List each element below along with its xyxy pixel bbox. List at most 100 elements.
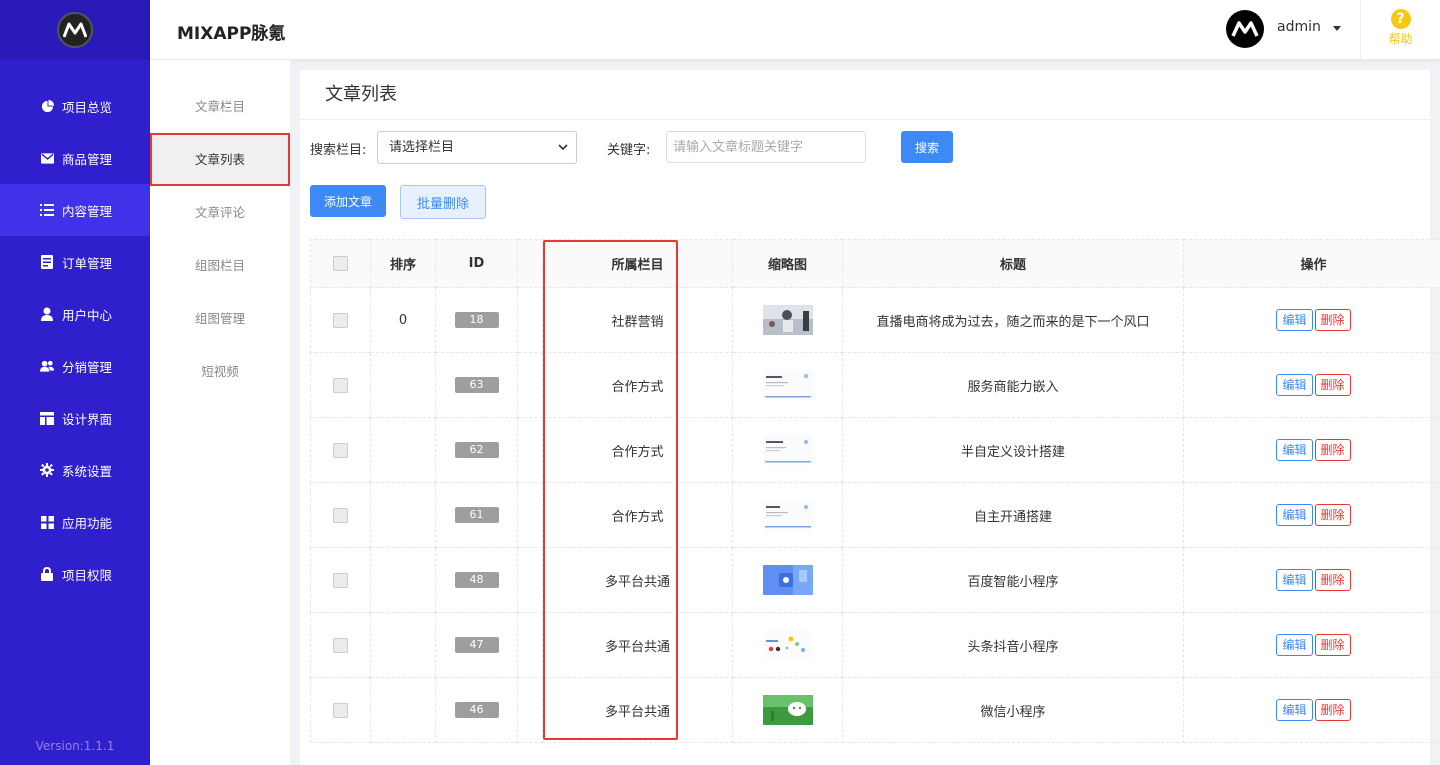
caret-down-icon[interactable]	[1333, 26, 1341, 31]
thumbnail-image[interactable]	[762, 565, 813, 595]
thumbnail-cell	[732, 677, 843, 743]
submenu-item-gallery-category[interactable]: 组图栏目	[150, 239, 290, 292]
spacer-header	[517, 239, 543, 288]
search-button[interactable]: 搜索	[901, 131, 953, 163]
sidebar-item-content[interactable]: 内容管理	[0, 184, 150, 236]
operations-header: 操作	[1183, 239, 1440, 288]
delete-button[interactable]: 删除	[1314, 569, 1351, 591]
category-cell: 多平台共通	[542, 547, 733, 613]
select-all-cell	[310, 239, 371, 288]
delete-button[interactable]: 删除	[1314, 309, 1351, 331]
delete-button[interactable]: 删除	[1314, 634, 1351, 656]
edit-button[interactable]: 编辑	[1276, 699, 1313, 721]
row-checkbox[interactable]	[333, 572, 348, 588]
id-cell: 63	[435, 352, 518, 418]
submenu-item-article-category[interactable]: 文章栏目	[150, 80, 290, 133]
thumbnail-image[interactable]	[762, 305, 813, 335]
row-checkbox[interactable]	[333, 637, 348, 653]
logo-area	[0, 0, 150, 60]
table-row: 62 合作方式 半自定义设计搭建 编辑 删除	[310, 417, 1440, 483]
user-avatar[interactable]	[1226, 10, 1264, 48]
sidebar-item-label: 用户中心	[62, 307, 113, 323]
category-cell: 合作方式	[542, 482, 733, 548]
row-select-cell	[310, 352, 371, 418]
help-button[interactable]: ? 帮助	[1360, 0, 1440, 60]
list-icon	[40, 203, 54, 217]
edit-button[interactable]: 编辑	[1276, 439, 1313, 461]
sidebar-item-label: 系统设置	[62, 463, 113, 479]
sort-cell	[370, 547, 436, 613]
delete-button[interactable]: 删除	[1314, 699, 1351, 721]
edit-button[interactable]: 编辑	[1276, 634, 1313, 656]
thumbnail-image[interactable]	[762, 435, 813, 465]
grid-icon	[40, 515, 54, 529]
add-article-button[interactable]: 添加文章	[310, 185, 386, 217]
sidebar-item-distribution[interactable]: 分销管理	[0, 340, 150, 392]
id-badge: 46	[454, 702, 499, 718]
table-row: 0 18 社群营销 直播电商将成为过去，随之而来的是下一个风口 编辑 删除	[310, 287, 1440, 353]
sidebar-item-label: 内容管理	[62, 203, 113, 219]
thumbnail-image[interactable]	[762, 370, 813, 400]
app-logo[interactable]	[57, 12, 93, 48]
sort-cell: 0	[370, 287, 436, 353]
edit-button[interactable]: 编辑	[1276, 309, 1313, 331]
submenu-item-gallery-manage[interactable]: 组图管理	[150, 292, 290, 345]
sidebar-item-settings[interactable]: 系统设置	[0, 444, 150, 496]
delete-button[interactable]: 删除	[1314, 504, 1351, 526]
sidebar-item-orders[interactable]: 订单管理	[0, 236, 150, 288]
spacer-cell	[517, 547, 543, 613]
users-icon	[40, 359, 54, 373]
submenu-item-article-list[interactable]: 文章列表	[150, 133, 290, 186]
sidebar-item-apps[interactable]: 应用功能	[0, 496, 150, 548]
delete-button[interactable]: 删除	[1314, 374, 1351, 396]
sidebar-item-products[interactable]: 商品管理	[0, 132, 150, 184]
sidebar-item-label: 商品管理	[62, 151, 113, 167]
edit-button[interactable]: 编辑	[1276, 504, 1313, 526]
thumbnail-image[interactable]	[762, 630, 813, 660]
category-select-value: 请选择栏目	[389, 140, 455, 155]
category-select[interactable]: 请选择栏目	[377, 131, 577, 164]
title-cell: 半自定义设计搭建	[842, 417, 1184, 483]
category-cell: 多平台共通	[542, 612, 733, 678]
user-icon	[40, 307, 54, 321]
sort-cell	[370, 417, 436, 483]
title-cell: 直播电商将成为过去，随之而来的是下一个风口	[842, 287, 1184, 353]
sort-header[interactable]: 排序	[370, 239, 436, 288]
submenu-item-article-comments[interactable]: 文章评论	[150, 186, 290, 239]
row-checkbox[interactable]	[333, 312, 348, 328]
table-header-row: 排序 ID 所属栏目 缩略图 标题 操作	[310, 239, 1440, 288]
thumbnail-cell	[732, 287, 843, 353]
top-header: MIXAPP脉氪 admin ? 帮助	[150, 0, 1440, 60]
edit-button[interactable]: 编辑	[1276, 569, 1313, 591]
title-cell: 自主开通搭建	[842, 482, 1184, 548]
sidebar-item-permissions[interactable]: 项目权限	[0, 548, 150, 600]
spacer-cell	[517, 287, 543, 353]
id-cell: 46	[435, 677, 518, 743]
keyword-input[interactable]	[666, 131, 866, 163]
envelope-icon	[40, 151, 54, 165]
row-select-cell	[310, 612, 371, 678]
edit-button[interactable]: 编辑	[1276, 374, 1313, 396]
username-label[interactable]: admin	[1277, 19, 1321, 35]
row-checkbox[interactable]	[333, 702, 348, 718]
category-cell: 社群营销	[542, 287, 733, 353]
row-checkbox[interactable]	[333, 377, 348, 393]
table-row: 47 多平台共通 头条抖音小程序 编辑 删除	[310, 612, 1440, 678]
sidebar-item-design[interactable]: 设计界面	[0, 392, 150, 444]
delete-button[interactable]: 删除	[1314, 439, 1351, 461]
submenu-item-short-video[interactable]: 短视频	[150, 345, 290, 398]
title-cell: 服务商能力嵌入	[842, 352, 1184, 418]
thumbnail-image[interactable]	[762, 500, 813, 530]
select-all-checkbox[interactable]	[333, 256, 348, 271]
row-checkbox[interactable]	[333, 442, 348, 458]
row-checkbox[interactable]	[333, 507, 348, 523]
batch-delete-button[interactable]: 批量删除	[400, 185, 486, 219]
sidebar-item-users[interactable]: 用户中心	[0, 288, 150, 340]
page-title: 文章列表	[300, 70, 1430, 120]
version-label: Version:1.1.1	[35, 739, 115, 753]
sort-cell	[370, 612, 436, 678]
sidebar-item-overview[interactable]: 项目总览	[0, 80, 150, 132]
operations-cell: 编辑 删除	[1183, 352, 1440, 418]
id-header[interactable]: ID	[435, 239, 518, 288]
thumbnail-image[interactable]	[762, 695, 813, 725]
